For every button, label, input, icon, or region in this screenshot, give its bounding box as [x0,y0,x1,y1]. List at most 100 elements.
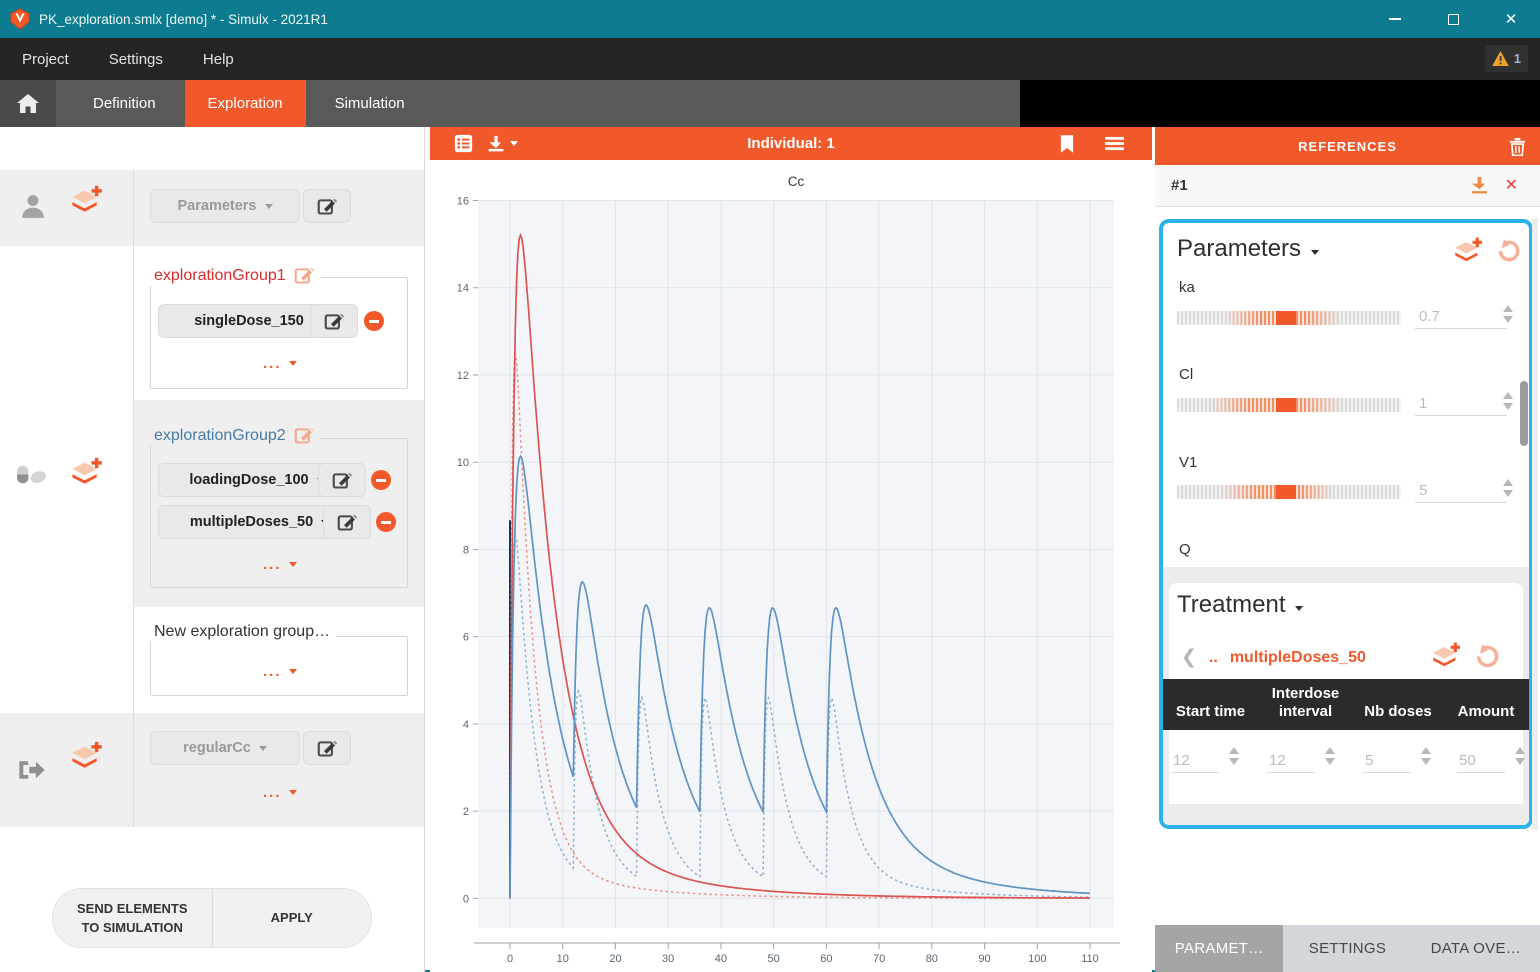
add-treatment-element-icon[interactable] [70,457,104,490]
slider-handle-ka[interactable] [1276,311,1296,325]
param-slider-cl[interactable] [1177,398,1401,412]
chart-header: Individual: 1 [430,127,1152,160]
new-group-label: New exploration group… [154,623,330,641]
edit-group2-dose2-button[interactable] [323,505,371,539]
chart-header-title: Individual: 1 [430,135,1152,152]
add-output-element-icon[interactable] [70,741,104,774]
download-reference-icon[interactable] [1471,177,1488,194]
amount-input[interactable]: 50 [1457,751,1505,773]
tab-parameters[interactable]: PARAMET… [1155,925,1283,972]
edit-output-button[interactable] [303,731,351,765]
add-treatment-element-icon[interactable] [1431,642,1462,672]
svg-text:14: 14 [457,283,469,295]
svg-text:20: 20 [609,953,621,965]
download-icon [487,135,505,153]
menu-settings[interactable]: Settings [109,51,163,68]
references-header: REFERENCES [1155,127,1540,165]
reset-parameters-icon[interactable] [1495,238,1521,264]
nb-doses-spinner [1421,747,1431,765]
spinner-down-icon[interactable] [1421,758,1431,765]
spinner-down-icon[interactable] [1515,758,1525,765]
output-dropdown[interactable]: regularCc [150,731,300,765]
chart-export-button[interactable] [487,127,518,160]
window-controls: ✕ [1366,0,1540,38]
new-group-more-button[interactable]: ... [263,663,297,680]
chart-bookmark-button[interactable] [1060,127,1074,160]
param-slider-v1[interactable] [1177,485,1401,499]
col-start-time: Start time [1163,703,1258,721]
svg-text:10: 10 [457,457,469,469]
spinner-up-icon[interactable] [1515,747,1525,754]
edit-group2-dose1-button[interactable] [318,463,366,497]
interdose-interval-input[interactable]: 12 [1267,751,1315,773]
spinner-down-icon[interactable] [1503,316,1513,323]
warnings-indicator[interactable]: 1 [1485,45,1528,72]
send-elements-button[interactable]: SEND ELEMENTS TO SIMULATION [53,889,212,947]
menu-help[interactable]: Help [203,51,234,68]
spinner-up-icon[interactable] [1503,392,1513,399]
remove-group2-dose1-button[interactable] [371,470,391,490]
spinner-down-icon[interactable] [1503,490,1513,497]
rename-group2-icon[interactable] [294,425,315,446]
svg-text:90: 90 [978,953,990,965]
output-more-button[interactable]: ... [263,784,297,801]
spinner-up-icon[interactable] [1421,747,1431,754]
trash-icon[interactable] [1509,137,1526,156]
maximize-button[interactable] [1424,0,1482,38]
remove-reference-icon[interactable]: ✕ [1505,175,1518,195]
remove-group1-dose-button[interactable] [364,311,384,331]
reset-treatment-icon[interactable] [1473,643,1500,670]
group2-header: explorationGroup2 [148,425,321,446]
chevron-left-icon[interactable]: ❮ [1181,646,1197,669]
element-editor-panel: Parameters ka 0.7 Cl 1 V1 5 Q [1159,219,1533,829]
group2-more-button[interactable]: ... [263,556,297,573]
treatment-section-header[interactable]: Treatment [1177,591,1303,619]
param-spinner-ka [1503,305,1513,323]
parameters-scrollbar-thumb[interactable] [1520,381,1528,446]
tab-data-overview[interactable]: DATA OVE… [1412,925,1540,972]
start-time-input[interactable]: 12 [1171,751,1219,773]
tab-exploration[interactable]: Exploration [185,80,306,127]
spinner-down-icon[interactable] [1503,403,1513,410]
remove-group2-dose2-button[interactable] [376,512,396,532]
nb-doses-input[interactable]: 5 [1363,751,1411,773]
add-parameters-element-icon[interactable] [1453,237,1484,267]
close-button[interactable]: ✕ [1482,0,1540,38]
parameters-section-header[interactable]: Parameters [1177,235,1319,263]
treatment-back-ellipsis[interactable]: .. [1209,649,1218,667]
slider-handle-v1[interactable] [1276,485,1296,499]
param-value-ka[interactable]: 0.7 [1415,307,1507,329]
add-individual-element-icon[interactable] [70,185,104,218]
home-button[interactable] [0,80,56,127]
tab-simulation[interactable]: Simulation [312,80,428,127]
panel-scrollbar-track[interactable] [1532,218,1538,830]
slider-handle-cl[interactable] [1276,398,1296,412]
chart-list-button[interactable] [454,127,473,160]
treatment-table-scroll-track[interactable] [1163,804,1529,825]
param-value-v1[interactable]: 5 [1415,481,1507,503]
param-value-cl[interactable]: 1 [1415,394,1507,416]
tab-definition[interactable]: Definition [70,80,179,127]
edit-parameters-button[interactable] [303,189,351,223]
edit-group1-dose-button[interactable] [310,304,358,338]
spinner-up-icon[interactable] [1229,747,1239,754]
group1-more-button[interactable]: ... [263,355,297,372]
svg-text:60: 60 [820,953,832,965]
spinner-up-icon[interactable] [1503,305,1513,312]
spinner-down-icon[interactable] [1325,758,1335,765]
param-spinner-cl [1503,392,1513,410]
spinner-down-icon[interactable] [1229,758,1239,765]
tab-settings[interactable]: SETTINGS [1283,925,1411,972]
parameters-dropdown[interactable]: Parameters [150,189,300,223]
spinner-up-icon[interactable] [1503,479,1513,486]
menu-project[interactable]: Project [22,51,69,68]
rename-group1-icon[interactable] [294,265,315,286]
spinner-up-icon[interactable] [1325,747,1335,754]
chart-menu-button[interactable] [1105,127,1124,160]
apply-button[interactable]: APPLY [212,889,372,947]
param-slider-ka[interactable] [1177,311,1401,325]
minimize-button[interactable] [1366,0,1424,38]
new-group-header[interactable]: New exploration group… [150,623,336,641]
apply-label: APPLY [271,908,313,928]
send-elements-line2: TO SIMULATION [82,918,183,938]
